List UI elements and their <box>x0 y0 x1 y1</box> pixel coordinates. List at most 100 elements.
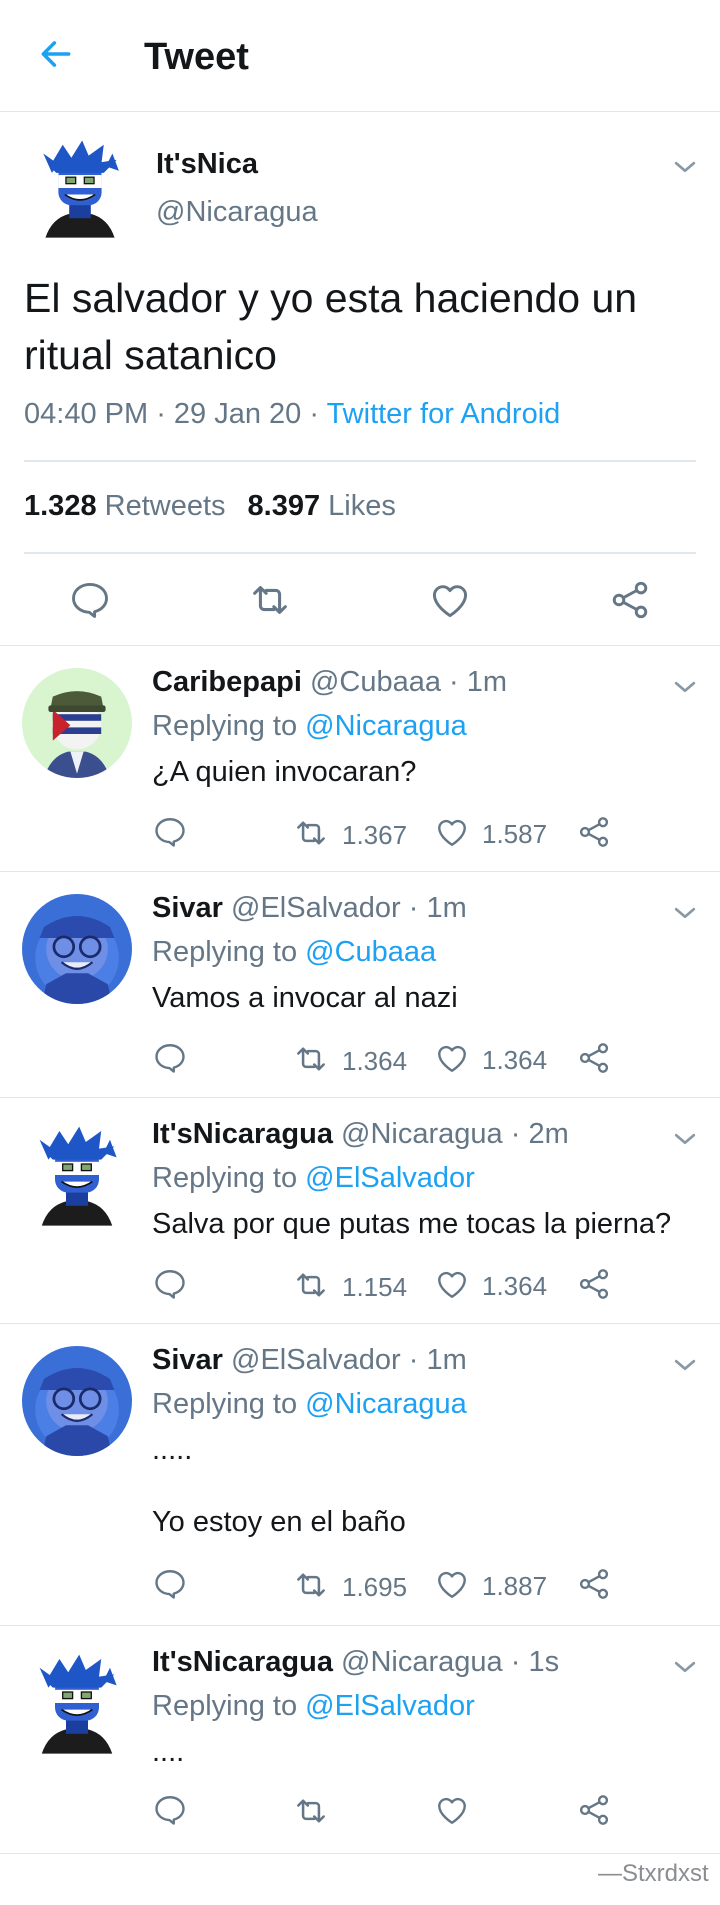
share-button[interactable] <box>576 1040 612 1081</box>
share-button[interactable] <box>600 572 660 632</box>
like-count: 1.587 <box>482 819 548 849</box>
reply-time: 1m <box>466 666 508 698</box>
reply-icon <box>152 814 188 855</box>
avatar[interactable] <box>26 134 134 242</box>
retweet-button[interactable] <box>240 572 300 632</box>
chevron-down-icon[interactable] <box>670 1124 700 1159</box>
reply-tweet[interactable]: Sivar @ElSalvador · 1m Replying to @Nica… <box>0 1324 720 1626</box>
likes-count: 8.397 <box>247 490 321 522</box>
like-button[interactable]: 1.364 <box>434 1266 547 1307</box>
reply-author-name[interactable]: It'sNicaragua <box>152 1118 333 1150</box>
retweet-button[interactable] <box>292 1792 342 1835</box>
reply-icon <box>152 1040 188 1081</box>
replying-to: Replying to @Nicaragua <box>152 710 467 743</box>
share-button[interactable] <box>576 1266 612 1307</box>
retweet-button[interactable]: 1.364 <box>292 1040 407 1083</box>
likes-stat[interactable]: 8.397 Likes <box>248 490 396 522</box>
retweets-stat[interactable]: 1.328 Retweets <box>24 490 226 522</box>
share-icon <box>576 814 612 855</box>
share-icon <box>576 1566 612 1607</box>
replying-to-label: Replying to <box>152 1162 298 1194</box>
retweet-count: 1.364 <box>342 1046 408 1076</box>
avatar[interactable] <box>22 1346 132 1456</box>
heart-icon <box>434 1040 470 1081</box>
chevron-down-icon[interactable] <box>670 152 700 187</box>
like-button[interactable]: 1.364 <box>434 1040 547 1081</box>
share-icon <box>608 578 652 627</box>
retweet-icon <box>292 1040 330 1083</box>
share-button[interactable] <box>576 1792 612 1833</box>
mention-link[interactable]: @Nicaragua <box>305 710 467 742</box>
reply-author-handle[interactable]: @ElSalvador <box>231 892 401 924</box>
reply-tweet[interactable]: Caribepapi @Cubaaa · 1m Replying to @Nic… <box>0 646 720 872</box>
divider <box>24 552 696 554</box>
reply-text: Vamos a invocar al nazi <box>152 982 458 1014</box>
reply-button[interactable] <box>152 1792 188 1833</box>
replying-to-label: Replying to <box>152 710 298 742</box>
reply-button[interactable] <box>152 1266 188 1307</box>
heart-icon <box>434 1792 470 1833</box>
reply-author-name[interactable]: Caribepapi <box>152 666 302 698</box>
back-button[interactable] <box>30 30 82 82</box>
tweet-stats: 1.328 Retweets 8.397 Likes <box>24 490 396 523</box>
reply-button[interactable] <box>152 1566 188 1607</box>
reply-button[interactable] <box>152 1040 188 1081</box>
retweet-icon <box>247 577 293 628</box>
mention-link[interactable]: @Cubaaa <box>305 936 436 968</box>
reply-author-handle[interactable]: @Cubaaa <box>310 666 441 698</box>
retweet-button[interactable]: 1.154 <box>292 1266 407 1309</box>
like-button[interactable]: 1.887 <box>434 1566 547 1607</box>
reply-tweet[interactable]: It'sNicaragua @Nicaragua · 2m Replying t… <box>0 1098 720 1324</box>
reply-tweet[interactable]: Sivar @ElSalvador · 1m Replying to @Cuba… <box>0 872 720 1098</box>
author-name[interactable]: It'sNica <box>156 148 258 181</box>
reply-button[interactable] <box>60 572 120 632</box>
avatar[interactable] <box>22 894 132 1004</box>
reply-button[interactable] <box>152 814 188 855</box>
heart-icon <box>434 814 470 855</box>
replying-to-label: Replying to <box>152 1388 298 1420</box>
retweet-icon <box>292 1792 330 1835</box>
app-header: Tweet <box>0 0 720 112</box>
mention-link[interactable]: @ElSalvador <box>305 1690 475 1722</box>
author-handle[interactable]: @Nicaragua <box>156 196 318 229</box>
reply-author-name[interactable]: Sivar <box>152 1344 223 1376</box>
mention-link[interactable]: @ElSalvador <box>305 1162 475 1194</box>
reply-author-handle[interactable]: @Nicaragua <box>341 1118 503 1150</box>
credit-signature: —Stxrdxst <box>598 1860 709 1887</box>
avatar[interactable] <box>22 1648 132 1758</box>
like-count: 1.364 <box>482 1271 548 1301</box>
reply-author-handle[interactable]: @ElSalvador <box>231 1344 401 1376</box>
reply-icon <box>152 1566 188 1607</box>
reply-author-name[interactable]: Sivar <box>152 892 223 924</box>
chevron-down-icon[interactable] <box>670 1350 700 1385</box>
avatar[interactable] <box>22 1120 132 1230</box>
divider <box>24 460 696 462</box>
replying-to: Replying to @ElSalvador <box>152 1690 475 1723</box>
likes-label: Likes <box>328 490 396 522</box>
avatar[interactable] <box>22 668 132 778</box>
page-title: Tweet <box>144 36 249 78</box>
retweet-count: 1.367 <box>342 820 408 850</box>
reply-author-handle[interactable]: @Nicaragua <box>341 1646 503 1678</box>
like-button[interactable] <box>434 1792 482 1833</box>
chevron-down-icon[interactable] <box>670 898 700 933</box>
reply-text: .... <box>152 1736 185 1768</box>
mention-link[interactable]: @Nicaragua <box>305 1388 467 1420</box>
tweet-source-link[interactable]: Twitter for Android <box>327 398 561 430</box>
reply-icon <box>68 578 112 627</box>
like-button[interactable] <box>420 572 480 632</box>
main-tweet: It'sNica @Nicaragua El salvador y yo est… <box>0 112 720 646</box>
share-icon <box>576 1792 612 1833</box>
share-button[interactable] <box>576 814 612 855</box>
retweet-button[interactable]: 1.367 <box>292 814 407 857</box>
retweet-count: 1.695 <box>342 1572 408 1602</box>
retweet-count: 1.154 <box>342 1272 408 1302</box>
chevron-down-icon[interactable] <box>670 1652 700 1687</box>
retweet-button[interactable]: 1.695 <box>292 1566 407 1609</box>
reply-time: 1m <box>426 1344 467 1376</box>
chevron-down-icon[interactable] <box>670 672 700 707</box>
reply-author-name[interactable]: It'sNicaragua <box>152 1646 333 1678</box>
reply-tweet[interactable]: It'sNicaragua @Nicaragua · 1s Replying t… <box>0 1626 720 1854</box>
like-button[interactable]: 1.587 <box>434 814 547 855</box>
share-button[interactable] <box>576 1566 612 1607</box>
